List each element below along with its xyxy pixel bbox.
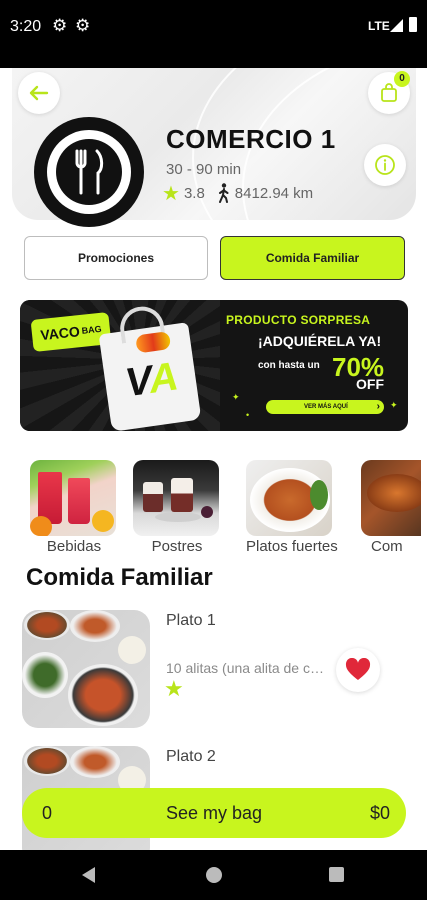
walking-person-icon: [218, 183, 229, 203]
signal-icon: [390, 19, 403, 32]
category-postres[interactable]: Postres: [133, 460, 221, 555]
category-image: [361, 460, 421, 536]
banner-off: OFF: [356, 376, 384, 392]
favorite-button[interactable]: [336, 648, 380, 692]
product-name: Plato 2: [166, 748, 216, 765]
category-comida[interactable]: Com: [361, 460, 421, 555]
category-label: Bebidas: [46, 538, 102, 555]
logo-brand: VACO: [39, 323, 81, 344]
shopping-bag-icon: [381, 83, 397, 102]
see-bag-button[interactable]: See my bag 0 $0: [22, 788, 406, 838]
info-icon: [375, 155, 395, 175]
logo-brand-small: BAG: [81, 323, 103, 336]
nav-home-icon[interactable]: [206, 867, 222, 883]
star-icon: ★: [164, 676, 184, 701]
fruit-illustration: [135, 330, 172, 354]
store-distance: 8412.94 km: [234, 184, 314, 202]
nav-back-icon[interactable]: [82, 867, 95, 883]
banner-subtext: con hasta un: [258, 360, 320, 371]
sparkle-icon: ✦: [390, 400, 398, 410]
tab-comida-familiar[interactable]: Comida Familiar: [220, 236, 405, 280]
banner-title: PRODUCTO SORPRESA: [226, 313, 371, 327]
store-meta: ★ 3.8 8412.94 km: [162, 181, 313, 205]
delivery-time: 30 - 90 min: [166, 161, 242, 178]
product-card[interactable]: Plato 1 10 alitas (una alita de cada sab…: [20, 610, 410, 730]
banner-headline: ¡ADQUIÉRELA YA!: [258, 333, 382, 349]
bag-item-count: 0: [42, 803, 53, 823]
info-button[interactable]: [364, 144, 406, 186]
bag-label: See my bag: [165, 803, 263, 823]
store-logo-plate: [56, 139, 122, 205]
heart-icon: [345, 658, 371, 680]
sparkle-icon: •: [246, 410, 250, 420]
product-image: [22, 610, 150, 728]
category-image: [246, 460, 332, 536]
store-logo-ring: [47, 130, 131, 214]
category-label: Postres: [151, 538, 203, 555]
battery-icon: [409, 17, 417, 32]
promo-banner[interactable]: VACO BAG VA ✦ ✦ • PRODUCTO SORPRESA ¡ADQ…: [20, 300, 408, 431]
category-image: [30, 460, 116, 536]
status-time: 3:20: [10, 18, 42, 35]
gear-icon: ⚙: [52, 16, 68, 35]
store-name: COMERCIO 1: [166, 124, 336, 154]
status-bar: 3:20 ⚙ ⚙ LTE: [0, 0, 427, 68]
arrow-left-icon: [29, 85, 49, 101]
banner-cta-button[interactable]: VER MÁS AQUÍ: [266, 400, 384, 414]
store-logo: [34, 117, 144, 227]
section-title: Comida Familiar: [26, 564, 213, 591]
category-image: [133, 460, 219, 536]
fork-knife-icon: [75, 149, 104, 195]
network-label: LTE: [368, 19, 390, 33]
cart-badge: 0: [394, 71, 410, 87]
bag-total: $0: [369, 803, 390, 823]
star-icon: ★: [162, 182, 180, 205]
bag-monogram: VA: [122, 354, 181, 406]
category-platos-fuertes[interactable]: Platos fuertes: [246, 460, 338, 555]
store-rating: 3.8: [183, 184, 205, 202]
product-description: 10 alitas (una alita de cada sabor): [166, 660, 324, 676]
category-bebidas[interactable]: Bebidas: [30, 460, 118, 555]
bag-illustration: VA: [98, 303, 202, 431]
back-button[interactable]: [18, 72, 60, 114]
gear-icon: ⚙: [75, 16, 91, 35]
sparkle-icon: ✦: [232, 392, 240, 402]
tab-promociones[interactable]: Promociones: [24, 236, 208, 280]
category-label: Platos fuertes: [246, 538, 338, 555]
category-label: Com: [371, 538, 403, 555]
nav-recents-icon[interactable]: [329, 867, 344, 882]
navigation-bar: [0, 850, 427, 900]
product-name: Plato 1: [166, 612, 216, 629]
